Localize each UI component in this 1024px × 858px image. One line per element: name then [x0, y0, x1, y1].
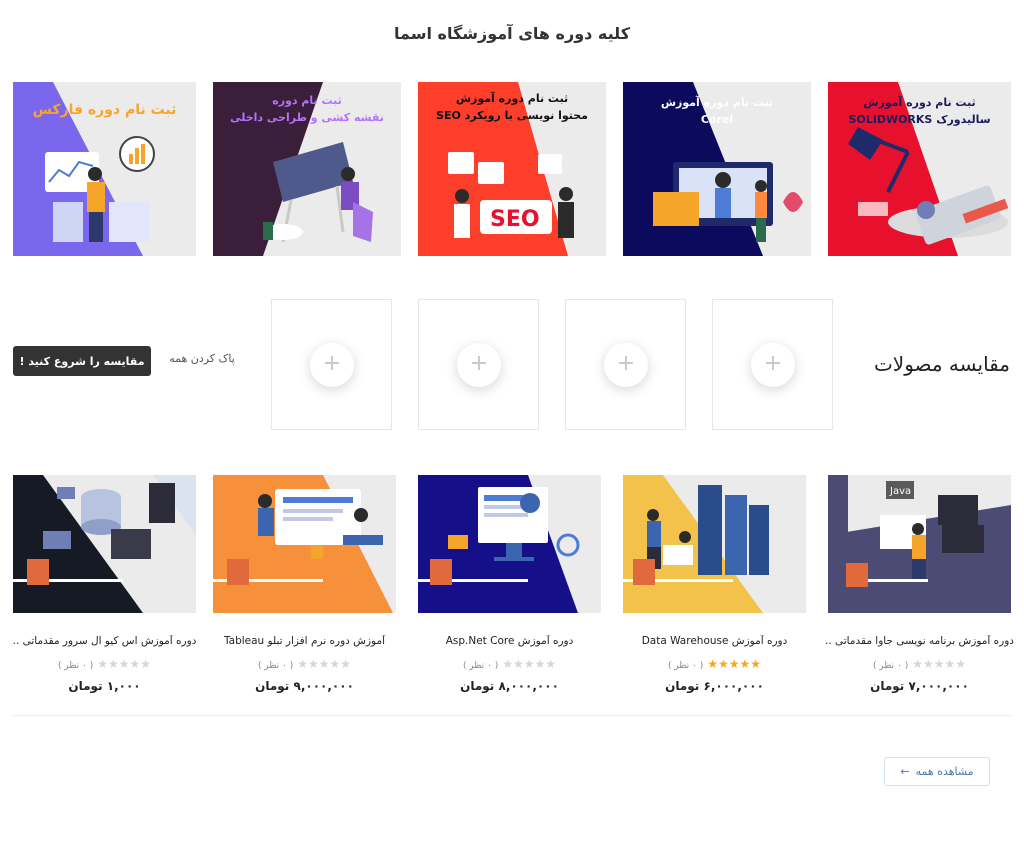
- data-warehouse-illustration: [623, 475, 806, 613]
- product-image[interactable]: [418, 475, 601, 613]
- review-count: ( ۰ نظر ): [462, 661, 499, 671]
- product-rating: ★★★★★( ۰ نظر ): [13, 657, 196, 671]
- banner-line1: ثبت نام دوره فارکس: [32, 102, 177, 118]
- product-card[interactable]: دوره آموزش Data Warehouse ★★★★★( ۰ نظر )…: [623, 475, 806, 695]
- compare-slot[interactable]: +: [712, 299, 833, 430]
- review-count: ( ۰ نظر ): [872, 661, 909, 671]
- java-illustration: Java: [828, 475, 1011, 613]
- product-title[interactable]: دوره آموزش Asp.Net Core: [414, 635, 605, 647]
- star-rating-icon: ★★★★★: [912, 657, 967, 671]
- product-title[interactable]: دوره آموزش برنامه نویسی جاوا مقدماتی ..: [824, 635, 1015, 647]
- product-title[interactable]: دوره آموزش اس کیو ال سرور مقدماتی ..: [9, 635, 200, 647]
- banner-corel[interactable]: ثبت نام دوره آموزش Corel: [623, 82, 811, 256]
- banner-line1: ثبت نام دوره: [272, 94, 342, 107]
- product-image[interactable]: [623, 475, 806, 613]
- section-divider: [13, 715, 1011, 716]
- product-rating: ★★★★★( ۰ نظر ): [828, 657, 1011, 671]
- banner-line2: Corel: [700, 113, 734, 126]
- star-rating-icon: ★★★★★: [97, 657, 152, 671]
- tableau-illustration: [213, 475, 396, 613]
- product-rating: ★★★★★( ۰ نظر ): [623, 657, 806, 671]
- banner-line1: ثبت نام دوره آموزش: [863, 96, 976, 109]
- banner-solidworks[interactable]: ثبت نام دوره آموزش سالیدورک SOLIDWORKS: [828, 82, 1011, 256]
- product-title[interactable]: آموزش دوره نرم افزار تبلو Tableau: [209, 635, 400, 647]
- product-price: ۷,۰۰۰,۰۰۰ تومان: [870, 679, 969, 693]
- start-compare-button[interactable]: مقایسه را شروع کنید !: [13, 346, 151, 376]
- compare-slot[interactable]: +: [271, 299, 392, 430]
- banner-line1: ثبت نام دوره آموزش: [455, 92, 569, 105]
- star-rating-icon: ★★★★★: [502, 657, 557, 671]
- product-card[interactable]: Java دوره آموزش برنامه نویسی جاوا مقدمات…: [825, 475, 1014, 695]
- clear-all-link[interactable]: پاک کردن همه: [165, 352, 239, 365]
- star-rating-icon: ★★★★★: [297, 657, 352, 671]
- arrow-left-icon: ←: [900, 765, 910, 778]
- banner-line2: نقشه کشی و طراحی داخلی: [230, 111, 384, 124]
- banner-interior-design[interactable]: ثبت نام دوره نقشه کشی و طراحی داخلی: [213, 82, 401, 256]
- banner-line2: محتوا نویسی با رویکرد SEO: [436, 109, 588, 122]
- banner-line1: ثبت نام دوره آموزش: [660, 96, 774, 109]
- view-all-label: مشاهده همه: [915, 765, 974, 778]
- review-count: ( ۰ نظر ): [667, 661, 704, 671]
- product-rating: ★★★★★( ۰ نظر ): [213, 657, 396, 671]
- svg-text:SEO: SEO: [490, 207, 540, 232]
- product-card[interactable]: آموزش دوره نرم افزار تبلو Tableau ★★★★★(…: [213, 475, 396, 695]
- banner-forex[interactable]: ثبت نام دوره فارکس: [13, 82, 196, 256]
- product-image[interactable]: [213, 475, 396, 613]
- product-image[interactable]: Java: [828, 475, 1011, 613]
- product-image[interactable]: [13, 475, 196, 613]
- add-product-button[interactable]: +: [457, 343, 501, 387]
- product-price: ۶,۰۰۰,۰۰۰ تومان: [665, 679, 764, 693]
- product-price: ۱,۰۰۰ تومان: [68, 679, 141, 693]
- product-rating: ★★★★★( ۰ نظر ): [418, 657, 601, 671]
- compare-slot[interactable]: +: [418, 299, 539, 430]
- compare-slot[interactable]: +: [565, 299, 686, 430]
- review-count: ( ۰ نظر ): [57, 661, 94, 671]
- page-title: کلیه دوره های آموزشگاه اسما: [393, 24, 630, 43]
- banner-seo[interactable]: SEO ثبت نام دوره آموزش محتوا نویسی با رو…: [418, 82, 606, 256]
- view-all-button[interactable]: مشاهده همه ←: [884, 757, 990, 786]
- product-card[interactable]: دوره آموزش اس کیو ال سرور مقدماتی .. ★★★…: [13, 475, 196, 695]
- compare-title: مقایسه مصولات: [873, 352, 1010, 376]
- svg-text:Java: Java: [889, 486, 911, 497]
- product-price: ۹,۰۰۰,۰۰۰ تومان: [255, 679, 354, 693]
- review-count: ( ۰ نظر ): [257, 661, 294, 671]
- sql-server-illustration: [13, 475, 196, 613]
- product-card[interactable]: دوره آموزش Asp.Net Core ★★★★★( ۰ نظر ) ۸…: [418, 475, 601, 695]
- add-product-button[interactable]: +: [310, 343, 354, 387]
- product-title[interactable]: دوره آموزش Data Warehouse: [619, 635, 810, 647]
- add-product-button[interactable]: +: [604, 343, 648, 387]
- aspnet-illustration: [418, 475, 601, 613]
- banner-line2: سالیدورک SOLIDWORKS: [848, 113, 991, 126]
- star-rating-icon: ★★★★★: [707, 657, 762, 671]
- product-price: ۸,۰۰۰,۰۰۰ تومان: [460, 679, 559, 693]
- add-product-button[interactable]: +: [751, 343, 795, 387]
